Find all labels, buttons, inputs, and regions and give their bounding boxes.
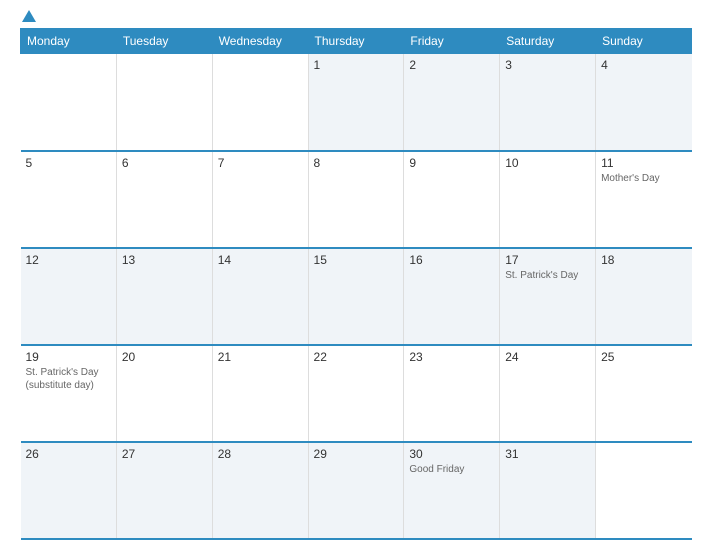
weekday-header-sunday: Sunday: [596, 29, 692, 54]
calendar-cell: 16: [404, 248, 500, 345]
calendar-cell: 5: [21, 151, 117, 248]
day-number: 16: [409, 253, 494, 267]
calendar-cell: 24: [500, 345, 596, 442]
day-number: 3: [505, 58, 590, 72]
calendar-cell: 10: [500, 151, 596, 248]
calendar-cell: 14: [212, 248, 308, 345]
calendar-cell: 12: [21, 248, 117, 345]
day-number: 22: [314, 350, 399, 364]
calendar-cell: 19 St. Patrick's Day (substitute day): [21, 345, 117, 442]
day-number: 7: [218, 156, 303, 170]
calendar-cell: 2: [404, 54, 500, 151]
day-number: 15: [314, 253, 399, 267]
top-bar: [20, 10, 692, 22]
calendar-cell: 15: [308, 248, 404, 345]
day-number: 2: [409, 58, 494, 72]
day-number: 23: [409, 350, 494, 364]
calendar-cell: 4: [596, 54, 692, 151]
calendar-cell: [21, 54, 117, 151]
calendar-cell: 3: [500, 54, 596, 151]
day-number: 29: [314, 447, 399, 461]
day-number: 11: [601, 156, 686, 170]
day-number: 18: [601, 253, 686, 267]
holiday-label: Mother's Day: [601, 172, 686, 185]
calendar-cell: 25: [596, 345, 692, 442]
day-number: 24: [505, 350, 590, 364]
day-number: 28: [218, 447, 303, 461]
calendar-cell: [212, 54, 308, 151]
day-number: 21: [218, 350, 303, 364]
calendar-cell: 20: [116, 345, 212, 442]
day-number: 26: [26, 447, 111, 461]
calendar-cell: 18: [596, 248, 692, 345]
calendar-cell: 1: [308, 54, 404, 151]
calendar-cell: 30 Good Friday: [404, 442, 500, 539]
calendar-week-row: 1234: [21, 54, 692, 151]
holiday-label: St. Patrick's Day: [505, 269, 590, 282]
logo-triangle-icon: [22, 10, 36, 22]
calendar-cell: 28: [212, 442, 308, 539]
holiday-label: Good Friday: [409, 463, 494, 476]
day-number: 8: [314, 156, 399, 170]
day-number: 17: [505, 253, 590, 267]
calendar-cell: 11 Mother's Day: [596, 151, 692, 248]
day-number: 13: [122, 253, 207, 267]
calendar-week-row: 26 27 28 29 30 Good Friday 31: [21, 442, 692, 539]
day-number: 9: [409, 156, 494, 170]
day-number: 25: [601, 350, 686, 364]
day-number: 4: [601, 58, 686, 72]
day-number: 1: [314, 58, 399, 72]
calendar-cell: 31: [500, 442, 596, 539]
weekday-header-thursday: Thursday: [308, 29, 404, 54]
day-number: 6: [122, 156, 207, 170]
calendar-cell: [596, 442, 692, 539]
day-number: 12: [26, 253, 111, 267]
calendar-cell: 23: [404, 345, 500, 442]
calendar-cell: 27: [116, 442, 212, 539]
calendar-week-row: 12 13 14 15 16 17 St. Patrick's Day 18: [21, 248, 692, 345]
day-number: 31: [505, 447, 590, 461]
calendar-table: MondayTuesdayWednesdayThursdayFridaySatu…: [20, 28, 692, 540]
day-number: 27: [122, 447, 207, 461]
weekday-header-row: MondayTuesdayWednesdayThursdayFridaySatu…: [21, 29, 692, 54]
calendar-cell: 29: [308, 442, 404, 539]
calendar-cell: 13: [116, 248, 212, 345]
weekday-header-tuesday: Tuesday: [116, 29, 212, 54]
day-number: 20: [122, 350, 207, 364]
calendar-cell: 8: [308, 151, 404, 248]
calendar-week-row: 56789 10 11 Mother's Day: [21, 151, 692, 248]
day-number: 30: [409, 447, 494, 461]
weekday-header-wednesday: Wednesday: [212, 29, 308, 54]
calendar-cell: 22: [308, 345, 404, 442]
calendar-cell: [116, 54, 212, 151]
logo: [20, 10, 37, 22]
calendar-cell: 17 St. Patrick's Day: [500, 248, 596, 345]
day-number: 10: [505, 156, 590, 170]
day-number: 5: [26, 156, 111, 170]
weekday-header-friday: Friday: [404, 29, 500, 54]
holiday-label: St. Patrick's Day (substitute day): [26, 366, 111, 392]
day-number: 14: [218, 253, 303, 267]
calendar-week-row: 19 St. Patrick's Day (substitute day) 20 21…: [21, 345, 692, 442]
calendar-cell: 6: [116, 151, 212, 248]
weekday-header-monday: Monday: [21, 29, 117, 54]
calendar-cell: 9: [404, 151, 500, 248]
calendar-cell: 7: [212, 151, 308, 248]
calendar-cell: 26: [21, 442, 117, 539]
day-number: 19: [26, 350, 111, 364]
weekday-header-saturday: Saturday: [500, 29, 596, 54]
calendar-cell: 21: [212, 345, 308, 442]
